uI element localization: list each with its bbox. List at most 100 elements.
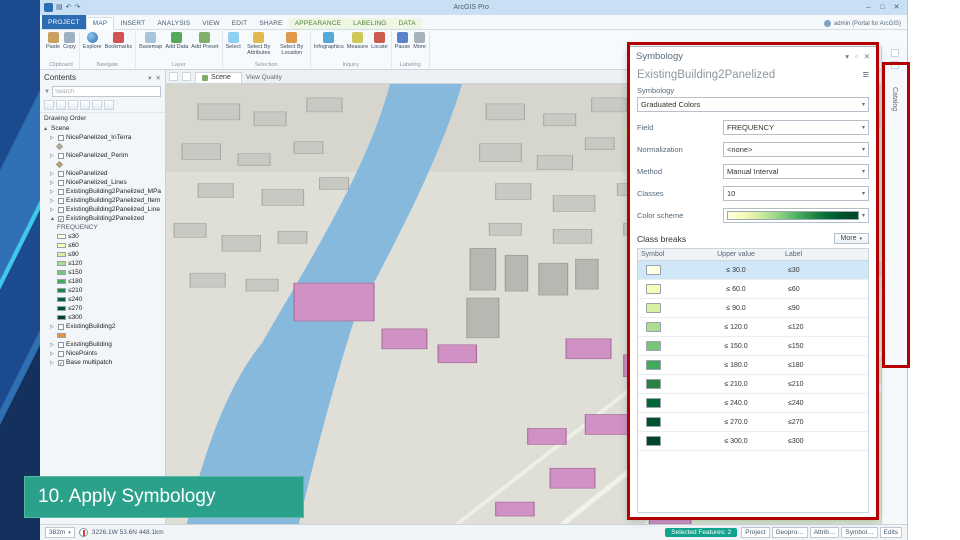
- symbol-swatch[interactable]: [57, 297, 66, 302]
- layer-item-existingbuilding2panelized[interactable]: ▲ ✓ ExistingBuilding2Panelized: [40, 214, 165, 223]
- class-symbol-swatch[interactable]: [646, 341, 661, 351]
- class-break-row[interactable]: ≤ 240.0 ≤240: [638, 394, 868, 413]
- maximize-button[interactable]: □: [876, 2, 889, 13]
- class-symbol-swatch[interactable]: [646, 284, 661, 294]
- list-by-labeling-icon[interactable]: [104, 100, 114, 110]
- class-break-row[interactable]: ≤ 120.0 ≤120: [638, 318, 868, 337]
- ribbon-tab-analysis[interactable]: ANALYSIS: [151, 18, 196, 29]
- compass-icon[interactable]: [78, 528, 88, 537]
- menu-icon[interactable]: ≡: [863, 69, 869, 81]
- expander-icon[interactable]: ▷: [50, 135, 56, 141]
- class-symbol-swatch[interactable]: [646, 436, 661, 446]
- statusbar-button-geopro[interactable]: Geopro…: [771, 527, 808, 538]
- statusbar-button-project[interactable]: Project: [741, 527, 770, 538]
- layer-item-existingbuilding2panelized-line[interactable]: ▷ ExistingBuilding2Panelized_Line: [40, 205, 165, 214]
- primary-symbology-select[interactable]: Graduated Colors ▾: [637, 97, 869, 112]
- symbol-swatch[interactable]: [55, 160, 64, 169]
- signin-area[interactable]: admin (Portal for ArcGIS): [823, 20, 907, 29]
- layer-checkbox[interactable]: [58, 179, 64, 186]
- save-icon[interactable]: ▤: [56, 3, 63, 12]
- list-by-editing-icon[interactable]: [80, 100, 90, 110]
- scale-select[interactable]: 382m ▾: [45, 527, 75, 538]
- symbol-swatch[interactable]: [57, 288, 66, 293]
- pin-icon[interactable]: ▫: [855, 52, 858, 61]
- symbol-swatch[interactable]: [57, 333, 66, 338]
- ribbon-button-basemap[interactable]: Basemap: [139, 32, 162, 50]
- expander-icon[interactable]: ▷: [50, 198, 56, 204]
- selected-features-chip[interactable]: Selected Features: 2: [665, 528, 738, 537]
- symbol-swatch[interactable]: [57, 252, 66, 257]
- ribbon-tab-project[interactable]: PROJECT: [42, 15, 86, 29]
- close-icon[interactable]: ✕: [864, 52, 870, 61]
- ribbon-button-locate[interactable]: Locate: [371, 32, 388, 50]
- class-break-row[interactable]: ≤ 270.0 ≤270: [638, 413, 868, 432]
- expander-icon[interactable]: ▷: [50, 342, 56, 348]
- filter-icon[interactable]: ▼: [44, 89, 50, 95]
- class-break-row[interactable]: ≤ 180.0 ≤180: [638, 356, 868, 375]
- pane-dock-icon[interactable]: [890, 61, 899, 69]
- class-symbol-swatch[interactable]: [646, 379, 661, 389]
- layer-item-existingbuilding[interactable]: ▷ ExistingBuilding: [40, 340, 165, 349]
- class-symbol-swatch[interactable]: [646, 417, 661, 427]
- ribbon-button-add-data[interactable]: Add Data: [165, 32, 188, 50]
- statusbar-button-symbol[interactable]: Symbol…: [841, 527, 878, 538]
- view-quality-label[interactable]: View Quality: [246, 74, 282, 83]
- layer-checkbox[interactable]: [58, 197, 64, 204]
- expander-icon[interactable]: ▷: [50, 153, 56, 159]
- layer-item-nicepanelized-lines[interactable]: ▷ NicePanelized_Lines: [40, 178, 165, 187]
- expander-icon[interactable]: ▷: [50, 180, 56, 186]
- ribbon-button-bookmarks[interactable]: Bookmarks: [105, 32, 132, 50]
- expander-icon[interactable]: ▷: [50, 171, 56, 177]
- ribbon-button-explore[interactable]: Explore: [83, 32, 102, 50]
- layer-item-existingbuilding2[interactable]: ▷ ExistingBuilding2: [40, 322, 165, 331]
- expander-icon[interactable]: ▷: [50, 351, 56, 357]
- list-by-drawing-order-icon[interactable]: [44, 100, 54, 110]
- ribbon-tab-map[interactable]: MAP: [85, 17, 115, 30]
- more-button[interactable]: More ▾: [833, 233, 869, 244]
- select-field[interactable]: FREQUENCY ▾: [723, 120, 869, 135]
- select-normalization[interactable]: <none> ▾: [723, 142, 869, 157]
- ribbon-button-pause[interactable]: Pause: [395, 32, 410, 50]
- pane-menu-icon[interactable]: ▾: [148, 74, 151, 82]
- list-by-data-source-icon[interactable]: [56, 100, 66, 110]
- class-symbol-swatch[interactable]: [646, 265, 661, 275]
- layer-item-nicepanelized-interra[interactable]: ▷ NicePanelized_InTerra: [40, 133, 165, 142]
- ribbon-button-add-preset[interactable]: Add Preset: [191, 32, 219, 50]
- expander-icon[interactable]: ▲: [43, 126, 49, 132]
- layer-checkbox[interactable]: [58, 323, 64, 330]
- layer-checkbox[interactable]: [58, 170, 64, 177]
- ribbon-tab-share[interactable]: SHARE: [253, 18, 288, 29]
- tab-scene[interactable]: Scene: [195, 72, 242, 83]
- ribbon-tab-appearance[interactable]: APPEARANCE: [288, 18, 348, 29]
- ribbon-button-more[interactable]: More: [413, 32, 426, 50]
- symbol-swatch[interactable]: [57, 270, 66, 275]
- expander-icon[interactable]: ▲: [50, 216, 56, 222]
- symbol-swatch[interactable]: [57, 234, 66, 239]
- project-view-icon[interactable]: [169, 72, 178, 81]
- class-break-row[interactable]: ≤ 300.0 ≤300: [638, 432, 868, 451]
- ribbon-button-select[interactable]: Select: [226, 32, 241, 50]
- symbol-swatch[interactable]: [57, 279, 66, 284]
- ribbon-tab-view[interactable]: VIEW: [196, 18, 225, 29]
- ribbon-tab-insert[interactable]: INSERT: [114, 18, 151, 29]
- layer-checkbox[interactable]: [58, 188, 64, 195]
- tree-group-scene[interactable]: ▲ Scene: [40, 124, 165, 133]
- pane-dock-icon[interactable]: [890, 49, 899, 57]
- class-symbol-swatch[interactable]: [646, 398, 661, 408]
- layer-item-base-multipatch[interactable]: ▷ ✓ Base multipatch: [40, 358, 165, 367]
- close-button[interactable]: ✕: [890, 2, 903, 13]
- expander-icon[interactable]: ▷: [50, 189, 56, 195]
- class-symbol-swatch[interactable]: [646, 322, 661, 332]
- expander-icon[interactable]: ▷: [50, 360, 56, 366]
- statusbar-button-attrib[interactable]: Attrib…: [809, 527, 840, 538]
- redo-icon[interactable]: ↷: [75, 3, 81, 12]
- statusbar-button-edits[interactable]: Edits: [879, 527, 902, 538]
- color-scheme-select[interactable]: ▾: [723, 208, 869, 223]
- class-break-row[interactable]: ≤ 90.0 ≤90: [638, 299, 868, 318]
- symbol-swatch[interactable]: [57, 261, 66, 266]
- layer-item-nicepanelized-perim[interactable]: ▷ NicePanelized_Perim: [40, 151, 165, 160]
- layer-checkbox[interactable]: [58, 341, 64, 348]
- class-break-row[interactable]: ≤ 60.0 ≤60: [638, 280, 868, 299]
- docked-pane-tab-label[interactable]: Catalog: [891, 87, 898, 111]
- select-classes[interactable]: 10 ▾: [723, 186, 869, 201]
